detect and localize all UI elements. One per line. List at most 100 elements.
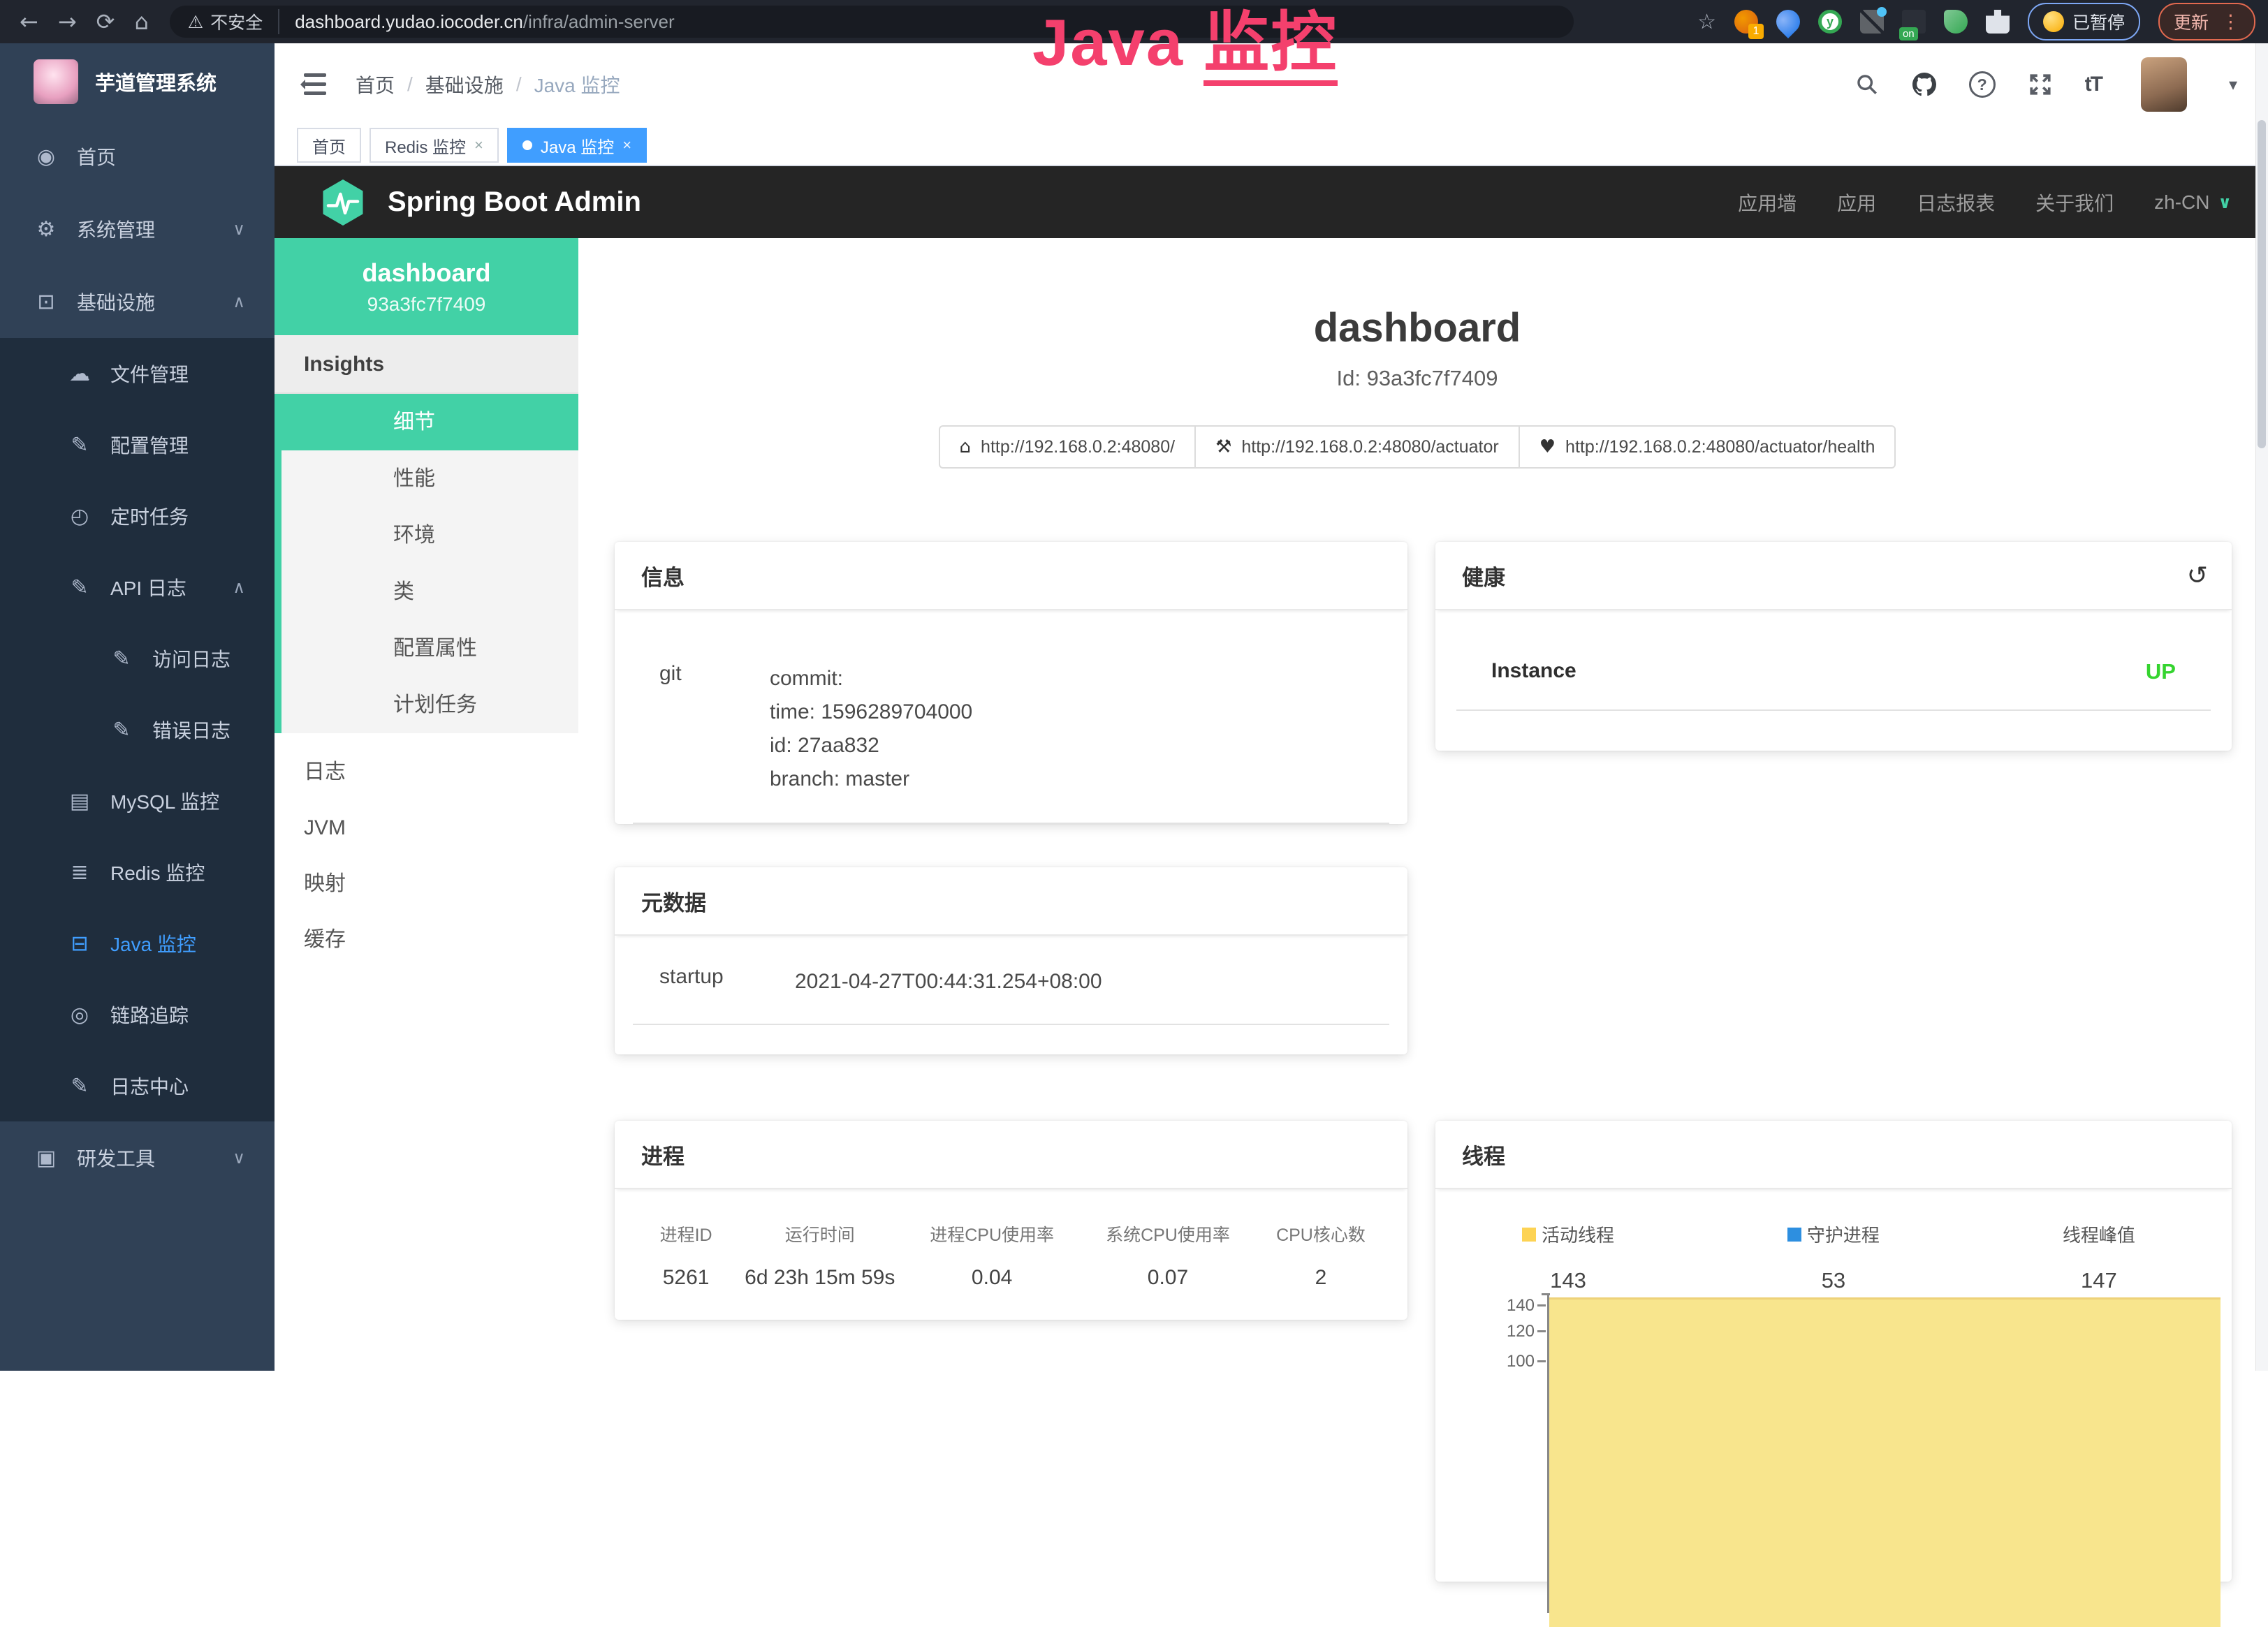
sba-nav-journal[interactable]: 日志报表 <box>1917 189 1995 216</box>
fullscreen-icon[interactable] <box>2028 72 2053 97</box>
sba-main: dashboard Id: 93a3fc7f7409 ⌂ http://192.… <box>578 238 2256 1371</box>
sba-item-mappings[interactable]: 映射 <box>275 856 578 912</box>
legend-swatch-yellow <box>1522 1228 1536 1242</box>
health-url-link[interactable]: ♥ http://192.168.0.2:48080/actuator/heal… <box>1519 425 1896 469</box>
sidebar-item-log-center[interactable]: ✎ 日志中心 <box>0 1050 275 1121</box>
tab-redis-monitor[interactable]: Redis 监控 × <box>370 128 499 163</box>
process-col-header: 运行时间 <box>743 1221 896 1246</box>
health-card-header: 健康 ↺ <box>1435 542 2232 610</box>
annotation-underlined: 监控 <box>1203 6 1338 86</box>
close-icon[interactable]: × <box>622 136 631 154</box>
sba-item-scheduled-tasks[interactable]: 计划任务 <box>281 677 578 733</box>
help-icon[interactable]: ? <box>1969 71 1996 98</box>
sba-nav-about[interactable]: 关于我们 <box>2035 189 2114 216</box>
extensions-puzzle-icon[interactable] <box>1986 10 2010 34</box>
timer-icon: ◴ <box>67 504 92 529</box>
sba-item-details[interactable]: 细节 <box>281 394 578 450</box>
sba-language-select[interactable]: zh-CN ∨ <box>2154 191 2232 214</box>
sba-item-config-props[interactable]: 配置属性 <box>281 620 578 677</box>
legend-value: 53 <box>1701 1268 1966 1293</box>
address-bar[interactable]: ⚠ 不安全 dashboard.yudao.iocoder.cn/infra/a… <box>170 6 1574 38</box>
scrollbar-thumb[interactable] <box>2258 120 2266 448</box>
github-icon[interactable] <box>1912 72 1937 97</box>
extension-icon[interactable] <box>1771 5 1805 38</box>
extension-icon[interactable] <box>1902 10 1926 34</box>
search-icon[interactable] <box>1854 72 1880 97</box>
sidebar-item-label: 访问日志 <box>152 645 231 672</box>
browser-forward-icon[interactable]: → <box>58 10 77 33</box>
instance-id: Id: 93a3fc7f7409 <box>578 366 2256 391</box>
extension-icon[interactable]: 1 <box>1734 10 1758 34</box>
close-icon[interactable]: × <box>474 136 483 154</box>
sidebar-item-error-log[interactable]: ✎ 错误日志 <box>0 694 275 765</box>
tab-java-monitor[interactable]: Java 监控 × <box>507 128 647 163</box>
sba-nav-applications[interactable]: 应用 <box>1837 189 1876 216</box>
collapse-sidebar-icon[interactable] <box>298 73 326 96</box>
sidebar-item-infrastructure[interactable]: ⊡ 基础设施 ∧ <box>0 265 275 338</box>
page-scrollbar[interactable] <box>2255 43 2268 1371</box>
sba-nav-wallboard[interactable]: 应用墙 <box>1738 189 1797 216</box>
process-col-value: 5261 <box>629 1266 743 1290</box>
browser-back-icon[interactable]: ← <box>20 10 38 33</box>
sidebar-item-label: Redis 监控 <box>110 858 205 886</box>
instance-links: ⌂ http://192.168.0.2:48080/ ⚒ http://192… <box>578 425 2256 469</box>
update-label: 更新 <box>2174 9 2209 34</box>
header-actions: ? tT ▾ <box>1854 57 2237 112</box>
font-size-icon[interactable]: tT <box>2085 73 2102 96</box>
sba-item-environment[interactable]: 环境 <box>281 507 578 564</box>
browser-home-icon[interactable]: ⌂ <box>134 10 148 33</box>
sidebar-item-dev-tools[interactable]: ▣ 研发工具 ∨ <box>0 1121 275 1194</box>
sidebar-item-redis-monitor[interactable]: ≣ Redis 监控 <box>0 837 275 908</box>
warning-icon: ⚠ <box>188 12 203 32</box>
tab-home[interactable]: 首页 <box>297 128 361 163</box>
process-card: 进程 进程ID 5261 运行时间 6d 23h 15m 59s 进程CPU使用… <box>615 1121 1407 1320</box>
extension-icon[interactable]: y <box>1818 10 1842 34</box>
update-button[interactable]: 更新 ⋮ <box>2158 3 2255 41</box>
eye-icon: ◎ <box>67 1003 92 1027</box>
breadcrumb-home[interactable]: 首页 <box>356 71 395 98</box>
y-axis-tick-label: 120 <box>1493 1322 1535 1341</box>
sba-item-jvm[interactable]: JVM <box>275 800 578 856</box>
metadata-value: 2021-04-27T00:44:31.254+08:00 <box>770 965 1102 999</box>
sidebar-item-config-manage[interactable]: ✎ 配置管理 <box>0 409 275 480</box>
sidebar-item-api-log[interactable]: ✎ API 日志 ∧ <box>0 552 275 623</box>
user-avatar[interactable] <box>2141 57 2187 112</box>
sidebar-item-home[interactable]: ◉ 首页 <box>0 120 275 193</box>
breadcrumb-infrastructure[interactable]: 基础设施 <box>425 71 504 98</box>
sba-item-classes[interactable]: 类 <box>281 564 578 620</box>
edit-icon: ✎ <box>67 433 92 457</box>
browser-extensions-area: ☆ 1 y 已暂停 更新 ⋮ <box>1697 3 2255 41</box>
browser-menu-icon[interactable]: ⋮ <box>2221 11 2240 33</box>
service-url-link[interactable]: ⌂ http://192.168.0.2:48080/ <box>939 425 1197 469</box>
annotation-java-monitor: Java 监控 <box>1032 0 1338 85</box>
browser-reload-icon[interactable]: ⟳ <box>96 10 115 33</box>
sba-app-header[interactable]: dashboard 93a3fc7f7409 <box>275 238 578 335</box>
bookmark-star-icon[interactable]: ☆ <box>1697 10 1716 34</box>
history-icon[interactable]: ↺ <box>2187 561 2208 590</box>
extension-icon[interactable] <box>1944 10 1968 34</box>
sba-item-metrics[interactable]: 性能 <box>281 450 578 507</box>
actuator-url-link[interactable]: ⚒ http://192.168.0.2:48080/actuator <box>1194 425 1520 469</box>
brand-logo <box>34 59 78 104</box>
sba-item-logfile[interactable]: 日志 <box>275 744 578 800</box>
sidebar-item-file-manage[interactable]: ☁ 文件管理 <box>0 338 275 409</box>
annotation-prefix: Java <box>1032 6 1203 79</box>
sidebar-item-access-log[interactable]: ✎ 访问日志 <box>0 623 275 694</box>
chevron-down-icon: ∨ <box>233 1148 245 1168</box>
heartbeat-icon: ♥ <box>1539 436 1556 457</box>
info-card: 信息 git commit: time: 1596289704000 id: 2… <box>615 542 1407 824</box>
sidebar-item-java-monitor[interactable]: ⊟ Java 监控 <box>0 908 275 979</box>
paused-chip[interactable]: 已暂停 <box>2028 3 2140 41</box>
sidebar-item-system[interactable]: ⚙ 系统管理 ∨ <box>0 193 275 265</box>
sba-group-insights[interactable]: Insights <box>275 335 578 394</box>
security-badge[interactable]: ⚠ 不安全 <box>188 9 279 34</box>
url-path: /infra/admin-server <box>523 11 675 32</box>
sidebar-menu: ◉ 首页 ⚙ 系统管理 ∨ ⊡ 基础设施 ∧ ☁ 文件管理 ✎ 配置管理 ◴ 定… <box>0 120 275 1194</box>
sidebar-item-scheduled-jobs[interactable]: ◴ 定时任务 <box>0 480 275 552</box>
extension-icon[interactable] <box>1860 10 1884 34</box>
sidebar-item-mysql-monitor[interactable]: ▤ MySQL 监控 <box>0 765 275 837</box>
sba-item-caches[interactable]: 缓存 <box>275 912 578 968</box>
health-row-instance: Instance UP <box>1456 610 2211 711</box>
sidebar-item-tracing[interactable]: ◎ 链路追踪 <box>0 979 275 1050</box>
user-menu-caret-icon[interactable]: ▾ <box>2229 75 2237 94</box>
